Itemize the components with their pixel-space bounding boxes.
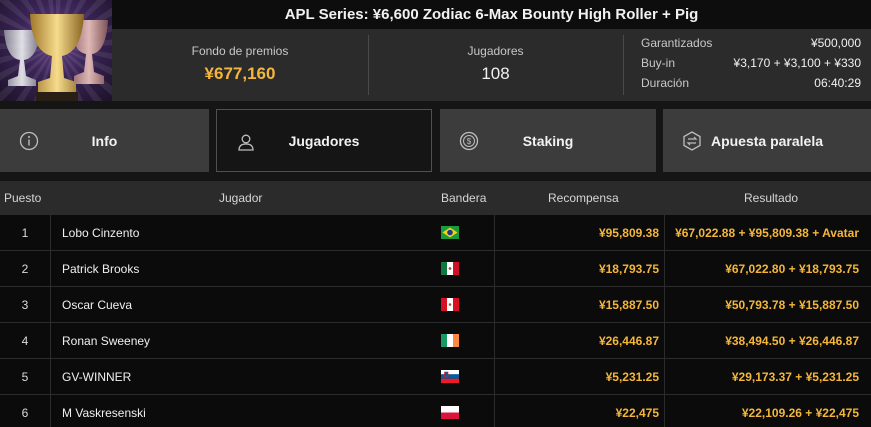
tournament-details: Garantizados ¥500,000 Buy-in ¥3,170 + ¥3… xyxy=(641,36,861,96)
tab-players[interactable]: Jugadores xyxy=(216,109,432,172)
row-position: 6 xyxy=(21,406,29,420)
row-position: 4 xyxy=(21,334,29,348)
slovenia-flag-icon xyxy=(441,370,459,383)
coin-icon: $ xyxy=(459,131,479,151)
table-row[interactable]: 3 Oscar Cueva ¥15,887.50 ¥50,793.78 + ¥1… xyxy=(0,287,871,323)
row-player-name: Patrick Brooks xyxy=(62,262,140,276)
user-icon xyxy=(238,134,254,151)
row-position: 5 xyxy=(21,370,29,384)
prize-pool-stat: Fondo de premios ¥677,160 xyxy=(112,29,368,101)
players-stat: Jugadores 108 xyxy=(368,29,623,101)
guaranteed-value: ¥500,000 xyxy=(810,36,861,50)
row-player-name: M Vaskresenski xyxy=(62,406,146,420)
row-result: ¥50,793.78 + ¥15,887.50 xyxy=(725,298,859,312)
detail-row-guaranteed: Garantizados ¥500,000 xyxy=(641,36,861,56)
row-result: ¥67,022.80 + ¥18,793.75 xyxy=(725,262,859,276)
ireland-flag-icon xyxy=(441,334,459,347)
row-reward: ¥95,809.38 xyxy=(598,226,659,240)
tournament-title-bar: APL Series: ¥6,600 Zodiac 6-Max Bounty H… xyxy=(112,0,871,29)
poland-flag-icon xyxy=(441,406,459,419)
row-player-name: Oscar Cueva xyxy=(62,298,133,312)
tournament-stats-panel: Fondo de premios ¥677,160 Jugadores 108 … xyxy=(112,29,871,101)
table-row[interactable]: 1 Lobo Cinzento ¥95,809.38 ¥67,022.88 + … xyxy=(0,215,871,251)
row-reward: ¥22,475 xyxy=(615,406,659,420)
brazil-flag-icon xyxy=(441,226,459,239)
prize-pool-value: ¥677,160 xyxy=(204,64,276,83)
players-label: Jugadores xyxy=(467,44,524,58)
column-header-result: Resultado xyxy=(744,191,799,205)
row-reward: ¥26,446.87 xyxy=(598,334,659,348)
column-header-reward: Recompensa xyxy=(548,191,619,205)
info-icon xyxy=(19,131,39,151)
tab-side-bet[interactable]: Apuesta paralela xyxy=(663,109,871,172)
players-value: 108 xyxy=(481,64,510,83)
duration-value: 06:40:29 xyxy=(814,76,861,90)
column-header-flag: Bandera xyxy=(441,191,487,205)
buyin-label: Buy-in xyxy=(641,56,676,70)
tab-staking[interactable]: $ Staking xyxy=(440,109,656,172)
table-row[interactable]: 5 GV-WINNER ¥5,231.25 ¥29,173.37 + ¥5,23… xyxy=(0,359,871,395)
row-reward: ¥18,793.75 xyxy=(598,262,659,276)
row-result: ¥29,173.37 + ¥5,231.25 xyxy=(731,370,859,384)
svg-text:$: $ xyxy=(467,137,472,146)
row-result: ¥67,022.88 + ¥95,809.38 + Avatar xyxy=(675,226,859,240)
detail-row-buyin: Buy-in ¥3,170 + ¥3,100 + ¥330 xyxy=(641,56,861,76)
column-header-position: Puesto xyxy=(4,191,42,205)
row-result: ¥38,494.50 + ¥26,446.87 xyxy=(725,334,859,348)
tournament-thumbnail xyxy=(0,0,112,101)
row-player-name: GV-WINNER xyxy=(62,370,132,384)
table-row[interactable]: 4 Ronan Sweeney ¥26,446.87 ¥38,494.50 + … xyxy=(0,323,871,359)
row-result: ¥22,109.26 + ¥22,475 xyxy=(741,406,859,420)
row-player-name: Ronan Sweeney xyxy=(62,334,151,348)
row-reward: ¥15,887.50 xyxy=(598,298,659,312)
column-header-player: Jugador xyxy=(219,191,263,205)
table-header: Puesto Jugador Bandera Recompensa Result… xyxy=(0,181,871,215)
row-reward: ¥5,231.25 xyxy=(605,370,659,384)
table-row[interactable]: 6 M Vaskresenski ¥22,475 ¥22,109.26 + ¥2… xyxy=(0,395,871,427)
row-position: 3 xyxy=(21,298,29,312)
detail-row-duration: Duración 06:40:29 xyxy=(641,76,861,96)
prize-pool-label: Fondo de premios xyxy=(191,44,289,58)
peru-flag-icon xyxy=(441,298,459,311)
row-position: 1 xyxy=(21,226,29,240)
table-row[interactable]: 2 Patrick Brooks ¥18,793.75 ¥67,022.80 +… xyxy=(0,251,871,287)
tournament-title: APL Series: ¥6,600 Zodiac 6-Max Bounty H… xyxy=(284,6,699,23)
stats-divider xyxy=(623,35,624,95)
trophies-image xyxy=(4,14,108,101)
buyin-value: ¥3,170 + ¥3,100 + ¥330 xyxy=(733,56,861,70)
tournament-tabs: Info Jugadores $ Staking Apuesta paralel… xyxy=(0,109,871,172)
guaranteed-label: Garantizados xyxy=(641,36,713,50)
results-table: Puesto Jugador Bandera Recompensa Result… xyxy=(0,181,871,427)
mexico-flag-icon xyxy=(441,262,459,275)
tab-info[interactable]: Info xyxy=(0,109,209,172)
side-bet-icon xyxy=(683,131,701,151)
duration-label: Duración xyxy=(641,76,690,90)
row-player-name: Lobo Cinzento xyxy=(62,226,140,240)
row-position: 2 xyxy=(21,262,29,276)
